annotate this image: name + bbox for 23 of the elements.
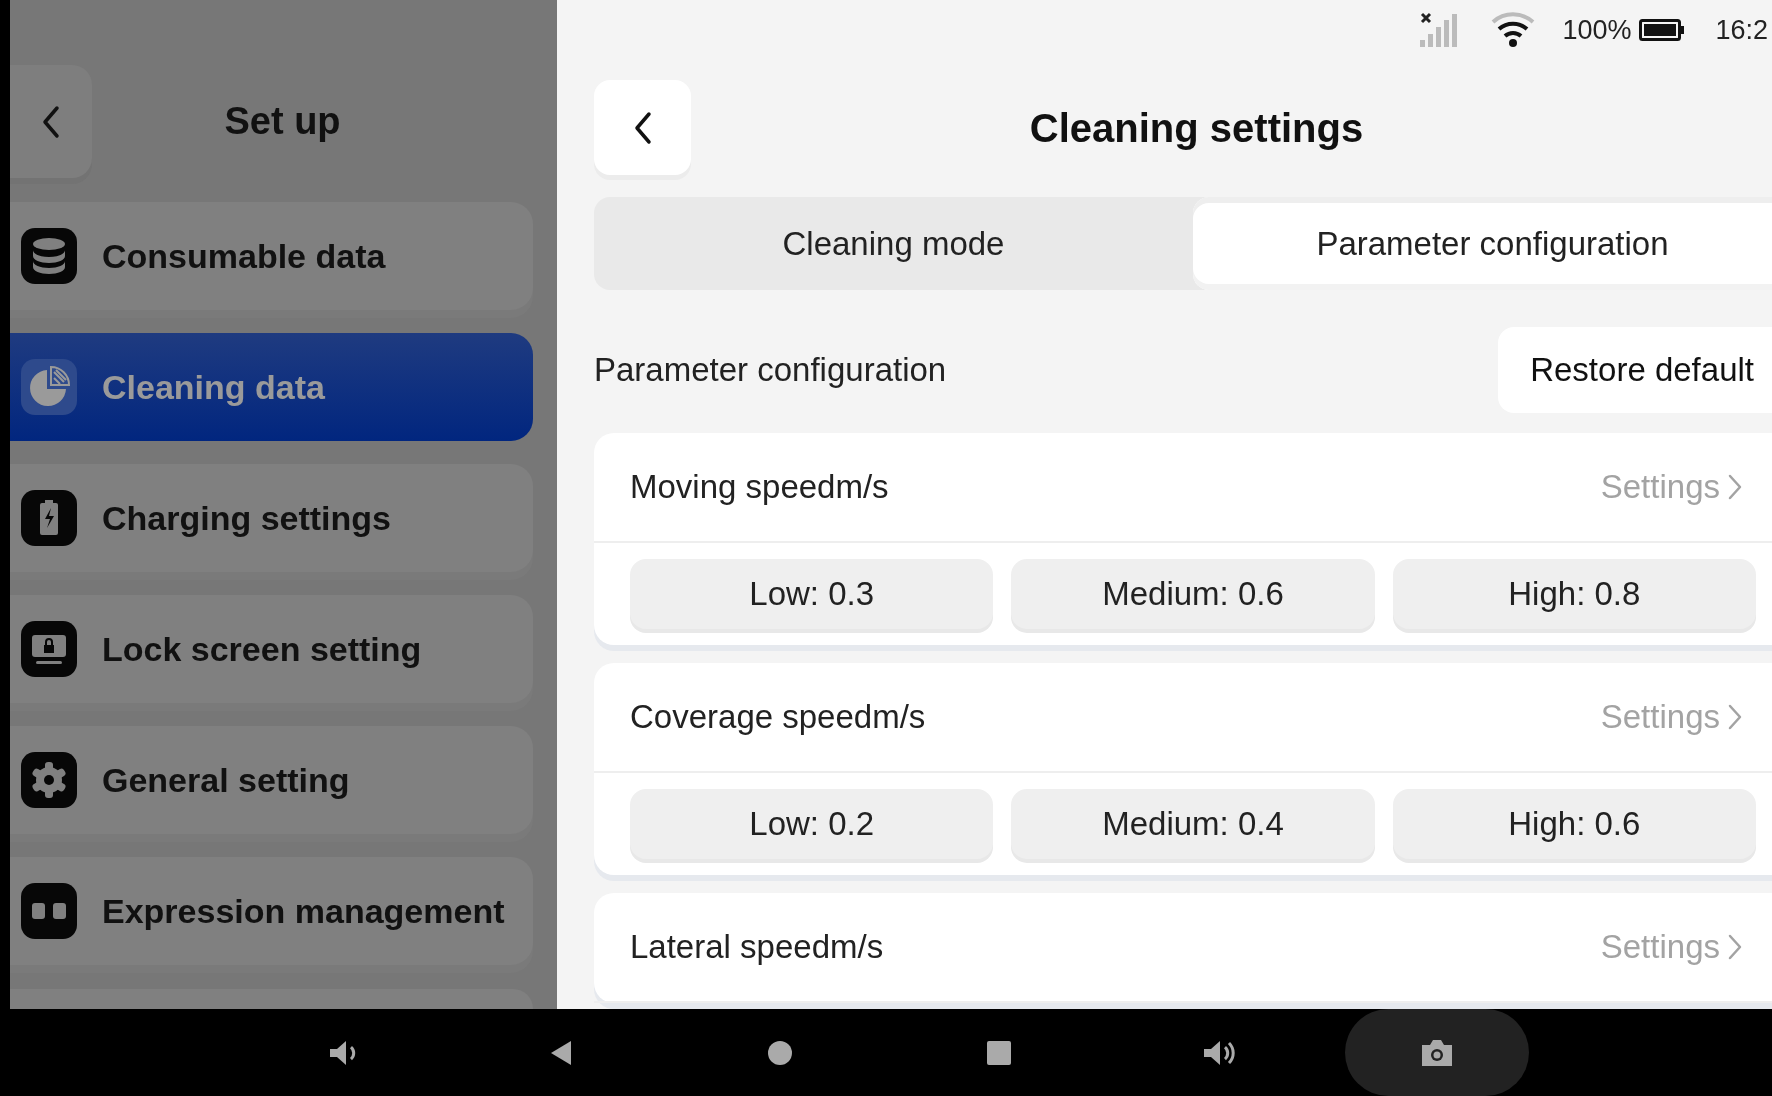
tab[interactable]: Cleaning mode bbox=[594, 197, 1193, 290]
parameter-name: Lateral speedm/s bbox=[630, 927, 884, 968]
battery-icon bbox=[1639, 18, 1686, 42]
wifi-icon bbox=[1490, 12, 1537, 48]
battery-level: 100% bbox=[1562, 13, 1632, 47]
chevron-right-icon bbox=[1728, 474, 1742, 500]
chevron-right-icon bbox=[1728, 704, 1742, 730]
menu-item[interactable]: Cleaning data bbox=[10, 333, 533, 441]
chevron-right-icon bbox=[1728, 934, 1742, 960]
pie-chart-icon bbox=[20, 358, 78, 416]
eyes-icon bbox=[20, 882, 78, 940]
parameter-name: Moving speedm/s bbox=[630, 467, 889, 508]
page-title: Cleaning settings bbox=[1029, 105, 1364, 150]
restore-default-button[interactable]: Restore default bbox=[1498, 327, 1772, 413]
gear-icon bbox=[20, 751, 78, 809]
sidebar-title: Set up bbox=[224, 100, 341, 142]
clock-time: 16:2 bbox=[1715, 13, 1768, 47]
lock-screen-icon bbox=[20, 620, 78, 678]
section-title: Parameter configuration bbox=[594, 350, 947, 391]
parameter-name: Coverage speedm/s bbox=[630, 697, 926, 738]
database-icon bbox=[20, 227, 78, 285]
tab[interactable]: Parameter configuration bbox=[1193, 197, 1772, 290]
battery-icon bbox=[20, 489, 78, 547]
